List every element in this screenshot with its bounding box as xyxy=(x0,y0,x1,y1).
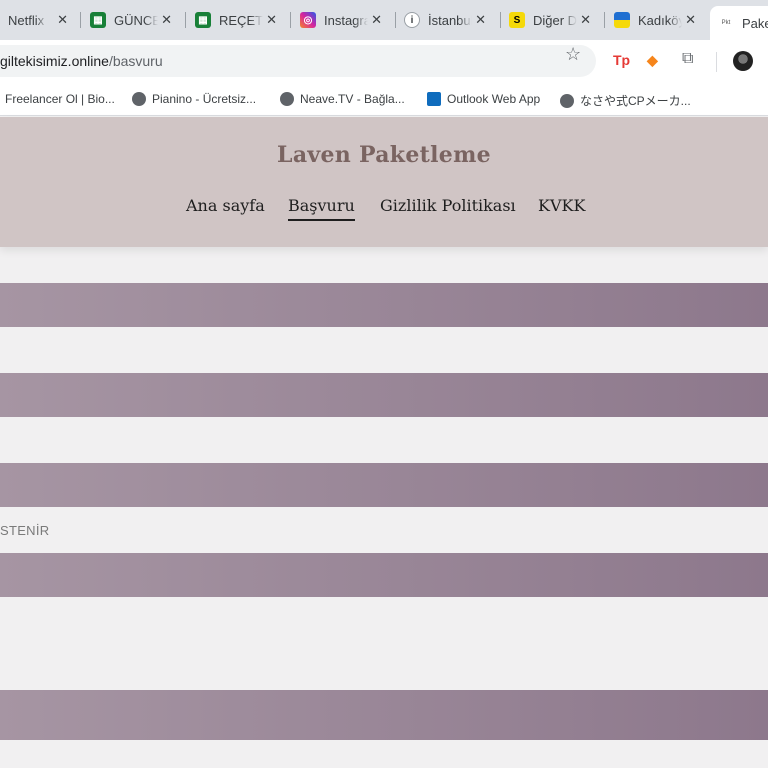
close-icon[interactable]: ✕ xyxy=(57,12,68,28)
bookmark-label: なさや式CPメーカ... xyxy=(580,94,691,108)
outlook-icon xyxy=(427,92,441,106)
sheets-icon: ▦ xyxy=(90,12,106,28)
tab-divider xyxy=(185,12,186,28)
browser-toolbar: giltekisimiz.online/basvuru ☆ Tp ◆ ⧉ xyxy=(0,40,768,84)
bookmark-label: Outlook Web App xyxy=(447,92,541,106)
bookmark-neave[interactable]: Neave.TV - Bağla... xyxy=(280,92,405,106)
form-field-1[interactable] xyxy=(0,283,768,327)
site-nav: Ana sayfa Başvuru Gizlilik Politikası KV… xyxy=(0,196,768,226)
tab-istanbul[interactable]: i İstanbul ✕ xyxy=(404,6,496,34)
site-title[interactable]: Laven Paketleme xyxy=(0,142,768,168)
tab-label: Netflix xyxy=(8,12,45,28)
tab-divider xyxy=(395,12,396,28)
bookmark-label: Freelancer Ol | Bio... xyxy=(5,92,115,106)
nav-kvkk[interactable]: KVKK xyxy=(538,196,585,215)
tab-divider xyxy=(80,12,81,28)
tab-label: Diğer D xyxy=(533,12,577,28)
flag-icon xyxy=(614,12,630,28)
url-text: giltekisimiz.online/basvuru xyxy=(0,53,163,69)
nav-basvuru[interactable]: Başvuru xyxy=(288,196,355,221)
close-icon[interactable]: ✕ xyxy=(161,12,172,28)
tab-label: GÜNCEL xyxy=(114,12,158,28)
bookmark-cp-maker[interactable]: なさや式CPメーカ... xyxy=(560,92,691,109)
tab-divider xyxy=(604,12,605,28)
bookmark-star-icon[interactable]: ☆ xyxy=(565,44,581,65)
bookmark-label: Neave.TV - Bağla... xyxy=(300,92,405,106)
tab-label: İstanbul xyxy=(428,12,472,28)
bookmark-label: Pianino - Ücretsiz... xyxy=(152,92,257,106)
form-field-4[interactable] xyxy=(0,553,768,597)
tab-guncel[interactable]: ▦ GÜNCEL ✕ xyxy=(90,6,182,34)
site-header: Laven Paketleme Ana sayfa Başvuru Gizlil… xyxy=(0,117,768,247)
browser-tab-strip: Netflix ✕ ▦ GÜNCEL ✕ ▦ REÇETE ✕ ◎ Instag… xyxy=(0,0,768,40)
tab-divider xyxy=(500,12,501,28)
bookmark-freelancer[interactable]: Freelancer Ol | Bio... xyxy=(5,92,115,106)
toolbar-divider xyxy=(716,52,717,72)
tab-recete[interactable]: ▦ REÇETE ✕ xyxy=(195,6,287,34)
info-icon: i xyxy=(404,12,420,28)
form-field-5[interactable] xyxy=(0,690,768,740)
extension-tp-icon[interactable]: Tp xyxy=(613,52,630,68)
url-domain: giltekisimiz.online xyxy=(0,53,109,69)
tab-label: Paket xyxy=(742,15,768,31)
tab-instagram[interactable]: ◎ Instagram ✕ xyxy=(300,6,392,34)
field-label: STENİR xyxy=(0,523,50,538)
close-icon[interactable]: ✕ xyxy=(685,12,696,28)
close-icon[interactable]: ✕ xyxy=(371,12,382,28)
nav-ana-sayfa[interactable]: Ana sayfa xyxy=(186,196,265,215)
form-field-2[interactable] xyxy=(0,373,768,417)
tab-netflix[interactable]: Netflix ✕ xyxy=(8,6,76,34)
url-path: /basvuru xyxy=(108,53,163,69)
globe-icon xyxy=(132,92,146,106)
tab-active-paket[interactable]: Pkt Paket xyxy=(710,6,768,40)
tab-diger[interactable]: S Diğer D ✕ xyxy=(509,6,601,34)
profile-avatar[interactable] xyxy=(733,51,753,71)
bookmark-outlook[interactable]: Outlook Web App xyxy=(427,92,540,106)
globe-icon xyxy=(560,93,574,108)
address-bar[interactable]: giltekisimiz.online/basvuru xyxy=(0,45,596,77)
s-icon: S xyxy=(509,12,525,28)
sheets-icon: ▦ xyxy=(195,12,211,28)
tab-label: REÇETE xyxy=(219,12,263,28)
nav-gizlilik[interactable]: Gizlilik Politikası xyxy=(380,196,516,215)
globe-icon xyxy=(280,92,294,106)
tab-divider xyxy=(290,12,291,28)
metamask-fox-icon[interactable]: ◆ xyxy=(647,52,658,69)
close-icon[interactable]: ✕ xyxy=(580,12,591,28)
close-icon[interactable]: ✕ xyxy=(475,12,486,28)
bookmark-pianino[interactable]: Pianino - Ücretsiz... xyxy=(132,92,256,106)
bookmarks-bar: Freelancer Ol | Bio... Pianino - Ücretsi… xyxy=(0,84,768,116)
tab-label: Kadıköy xyxy=(638,12,682,28)
close-icon[interactable]: ✕ xyxy=(266,12,277,28)
extensions-puzzle-icon[interactable]: ⧉ xyxy=(682,50,693,68)
tab-kadikoy[interactable]: Kadıköy ✕ xyxy=(614,6,706,34)
instagram-icon: ◎ xyxy=(300,12,316,28)
site-favicon: Pkt xyxy=(718,15,734,31)
form-field-3[interactable] xyxy=(0,463,768,507)
tab-label: Instagram xyxy=(324,12,368,28)
